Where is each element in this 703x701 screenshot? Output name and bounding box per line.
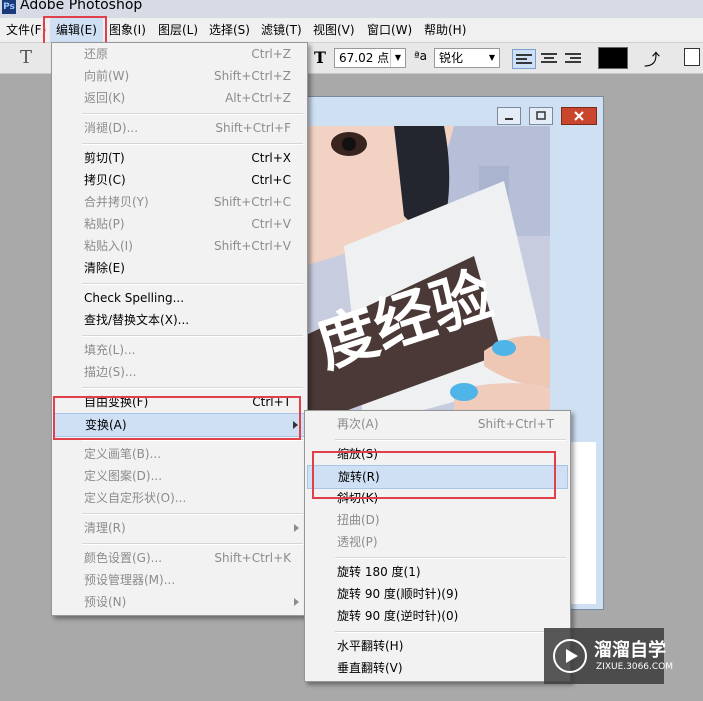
submenu-arrow-icon [294,524,299,532]
menu-item-rotate-90-ccw[interactable]: 旋转 90 度(逆时针)(0) [307,605,568,627]
menu-item-flip-vertical[interactable]: 垂直翻转(V) [307,657,568,679]
menu-separator [82,543,303,545]
menu-separator [335,631,566,633]
align-center-button[interactable] [538,49,560,67]
menu-item-clear[interactable]: 清除(E) [54,257,305,279]
menu-item-paste[interactable]: 粘贴(P) Ctrl+V [54,213,305,235]
menu-separator [335,439,566,441]
menu-separator [82,335,303,337]
align-right-icon [565,53,581,63]
menu-item-undo[interactable]: 还原 Ctrl+Z [54,43,305,65]
minimize-button[interactable] [497,107,521,125]
maximize-icon [536,111,546,120]
menu-separator [82,387,303,389]
menu-item-paste-into[interactable]: 粘贴入(I) Shift+Ctrl+V [54,235,305,257]
antialias-select[interactable]: 锐化 ▼ [434,48,500,68]
menu-layer[interactable]: 图层(L) [152,18,204,42]
menu-item-color-settings[interactable]: 颜色设置(G)... Shift+Ctrl+K [54,547,305,569]
menu-item-perspective[interactable]: 透视(P) [307,531,568,553]
menu-view[interactable]: 视图(V) [307,18,361,42]
watermark-url: ZIXUE.3066.COM [596,662,674,672]
menu-help[interactable]: 帮助(H) [418,18,472,42]
minimize-icon [505,118,513,120]
menu-item-distort[interactable]: 扭曲(D) [307,509,568,531]
annotation-box-rotate [312,451,556,499]
menu-item-fade[interactable]: 消褪(D)... Shift+Ctrl+F [54,117,305,139]
palette-toggle-icon[interactable] [684,48,700,66]
document-canvas-photo: 度经验 [304,126,550,442]
menu-item-define-brush[interactable]: 定义画笔(B)... [54,443,305,465]
menu-item-fill[interactable]: 填充(L)... [54,339,305,361]
font-size-value: 67.02 点 [339,51,390,65]
menu-separator [82,513,303,515]
edit-menu: 还原 Ctrl+Z 向前(W) Shift+Ctrl+Z 返回(K) Alt+Ctrl… [51,42,308,616]
menu-item-find-replace[interactable]: 查找/替换文本(X)... [54,309,305,331]
align-left-icon [516,54,532,64]
close-icon [574,111,584,121]
menu-item-define-pattern[interactable]: 定义图案(D)... [54,465,305,487]
menu-window[interactable]: 窗口(W) [361,18,418,42]
warp-text-icon[interactable]: ⤴ [644,46,660,70]
menu-separator [82,283,303,285]
menu-item-copy-merged[interactable]: 合并拷贝(Y) Shift+Ctrl+C [54,191,305,213]
antialias-value: 锐化 [439,51,464,65]
align-right-button[interactable] [562,49,584,67]
menu-item-check-spelling[interactable]: Check Spelling... [54,287,305,309]
menu-item-step-backward[interactable]: 返回(K) Alt+Ctrl+Z [54,87,305,109]
menu-item-presets[interactable]: 预设(N) [54,591,305,613]
menu-select[interactable]: 选择(S) [203,18,256,42]
font-size-select[interactable]: 67.02 点 ▼ [334,48,406,68]
window-title: Adobe Photoshop [20,0,143,13]
watermark: 溜溜自学 ZIXUE.3066.COM [544,628,673,684]
menu-item-rotate-90-cw[interactable]: 旋转 90 度(顺时针)(9) [307,583,568,605]
submenu-arrow-icon [294,598,299,606]
text-tool-icon[interactable]: T [20,47,32,68]
chevron-down-icon: ▼ [488,53,496,62]
chevron-down-icon: ▼ [390,49,405,67]
menu-item-purge[interactable]: 清理(R) [54,517,305,539]
menu-item-stroke[interactable]: 描边(S)... [54,361,305,383]
menu-item-cut[interactable]: 剪切(T) Ctrl+X [54,147,305,169]
menu-separator [82,143,303,145]
watermark-brand: 溜溜自学 [594,640,666,661]
menu-filter[interactable]: 滤镜(T) [255,18,308,42]
annotation-box-transform [53,396,301,440]
antialias-icon: ªa [414,49,428,63]
menu-item-copy[interactable]: 拷贝(C) Ctrl+C [54,169,305,191]
menu-item-define-custom-shape[interactable]: 定义自定形状(O)... [54,487,305,509]
font-size-icon: T [314,48,326,67]
photoshop-app-icon: Ps [2,0,16,14]
menu-item-rotate-180[interactable]: 旋转 180 度(1) [307,561,568,583]
menu-item-step-forward[interactable]: 向前(W) Shift+Ctrl+Z [54,65,305,87]
align-left-button[interactable] [512,49,536,69]
menu-item-again[interactable]: 再次(A) Shift+Ctrl+T [307,413,568,435]
text-color-swatch[interactable] [598,47,628,69]
menu-separator [82,113,303,115]
align-center-icon [541,53,557,63]
menu-item-flip-horizontal[interactable]: 水平翻转(H) [307,635,568,657]
menu-item-preset-manager[interactable]: 预设管理器(M)... [54,569,305,591]
menu-separator [335,557,566,559]
menu-image[interactable]: 图象(I) [103,18,152,42]
play-logo-icon [553,639,587,673]
maximize-button[interactable] [529,107,553,125]
close-button[interactable] [561,107,597,125]
